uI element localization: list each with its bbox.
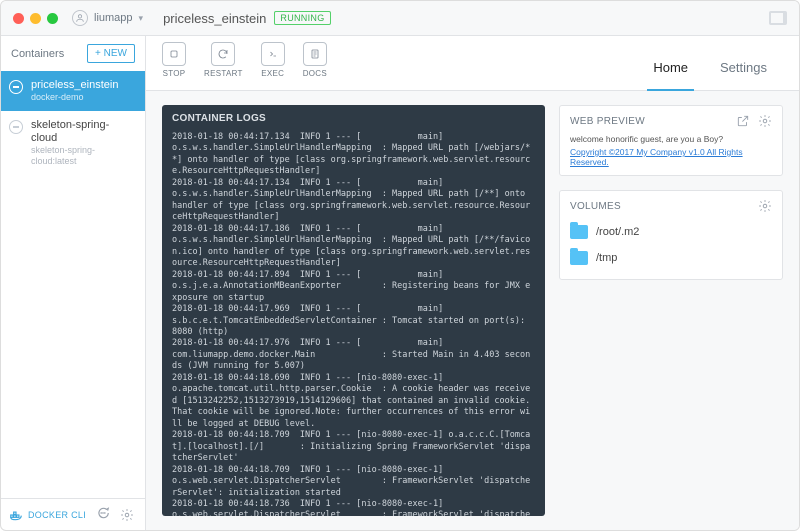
tab-home[interactable]: Home [637, 42, 704, 90]
folder-icon [570, 251, 588, 265]
exec-icon [261, 42, 285, 66]
container-name: priceless_einstein [31, 79, 135, 92]
web-preview-title: WEB PREVIEW [570, 116, 645, 127]
stop-icon [162, 42, 186, 66]
sidebar: Containers + NEW priceless_einstein dock… [1, 36, 146, 530]
feedback-button[interactable] [96, 506, 110, 523]
docs-button[interactable]: DOCS [303, 42, 327, 78]
volumes-title: VOLUMES [570, 201, 621, 212]
container-icon [9, 120, 23, 134]
user-avatar-icon [72, 10, 88, 26]
logs-output[interactable]: 2018-01-18 00:44:17.134 INFO 1 --- [ mai… [162, 132, 545, 516]
zoom-window-button[interactable] [47, 13, 58, 24]
volume-item[interactable]: /root/.m2 [570, 219, 772, 245]
tab-settings[interactable]: Settings [704, 42, 783, 90]
container-name: skeleton-spring-cloud [31, 119, 135, 145]
status-badge: RUNNING [274, 11, 330, 25]
volumes-settings-icon[interactable] [758, 199, 772, 213]
window-controls [13, 13, 58, 24]
settings-icon[interactable] [120, 508, 134, 522]
new-container-button[interactable]: + NEW [87, 44, 135, 63]
title-block: priceless_einstein RUNNING [163, 11, 330, 26]
docker-cli-button[interactable]: DOCKER CLI [9, 508, 86, 522]
titlebar: liumapp ▾ priceless_einstein RUNNING [1, 1, 799, 36]
toolbar: STOP RESTART EXEC DOCS Home Settings [146, 36, 799, 91]
restart-button[interactable]: RESTART [204, 42, 243, 78]
volume-item[interactable]: /tmp [570, 245, 772, 271]
container-title: priceless_einstein [163, 11, 266, 26]
volume-path: /tmp [596, 252, 617, 264]
container-sub: docker-demo [31, 92, 135, 103]
open-external-icon[interactable] [736, 114, 750, 128]
exec-button[interactable]: EXEC [261, 42, 285, 78]
volumes-panel: VOLUMES /root/.m2 /tmp [559, 190, 783, 280]
restart-icon [211, 42, 235, 66]
folder-icon [570, 225, 588, 239]
tool-label: STOP [163, 69, 186, 78]
sidebar-item-skeleton-spring-cloud[interactable]: skeleton-spring-cloud skeleton-spring-cl… [1, 111, 145, 175]
sidebar-item-priceless-einstein[interactable]: priceless_einstein docker-demo [1, 71, 145, 111]
sidebar-title: Containers [11, 48, 64, 60]
web-preview-copyright[interactable]: Copyright ©2017 My Company v1.0 All Righ… [570, 147, 772, 167]
tool-label: DOCS [303, 69, 327, 78]
stop-button[interactable]: STOP [162, 42, 186, 78]
tool-label: EXEC [261, 69, 284, 78]
tool-label: RESTART [204, 69, 243, 78]
chevron-down-icon: ▾ [139, 13, 144, 24]
brand-logo-icon [769, 11, 787, 25]
docs-icon [303, 42, 327, 66]
container-sub: skeleton-spring-cloud:latest [31, 145, 135, 167]
close-window-button[interactable] [13, 13, 24, 24]
web-preview-settings-icon[interactable] [758, 114, 772, 128]
container-logs-panel: CONTAINER LOGS 2018-01-18 00:44:17.134 I… [162, 105, 545, 516]
logs-title: CONTAINER LOGS [162, 105, 545, 132]
volume-path: /root/.m2 [596, 226, 639, 238]
web-preview-greeting: welcome honorific guest, are you a Boy? [570, 134, 772, 144]
docker-cli-label: DOCKER CLI [28, 510, 86, 520]
user-name: liumapp [94, 12, 133, 24]
container-icon [9, 80, 23, 94]
user-menu[interactable]: liumapp ▾ [72, 10, 143, 26]
minimize-window-button[interactable] [30, 13, 41, 24]
web-preview-panel: WEB PREVIEW welcome honorific guest, are… [559, 105, 783, 176]
